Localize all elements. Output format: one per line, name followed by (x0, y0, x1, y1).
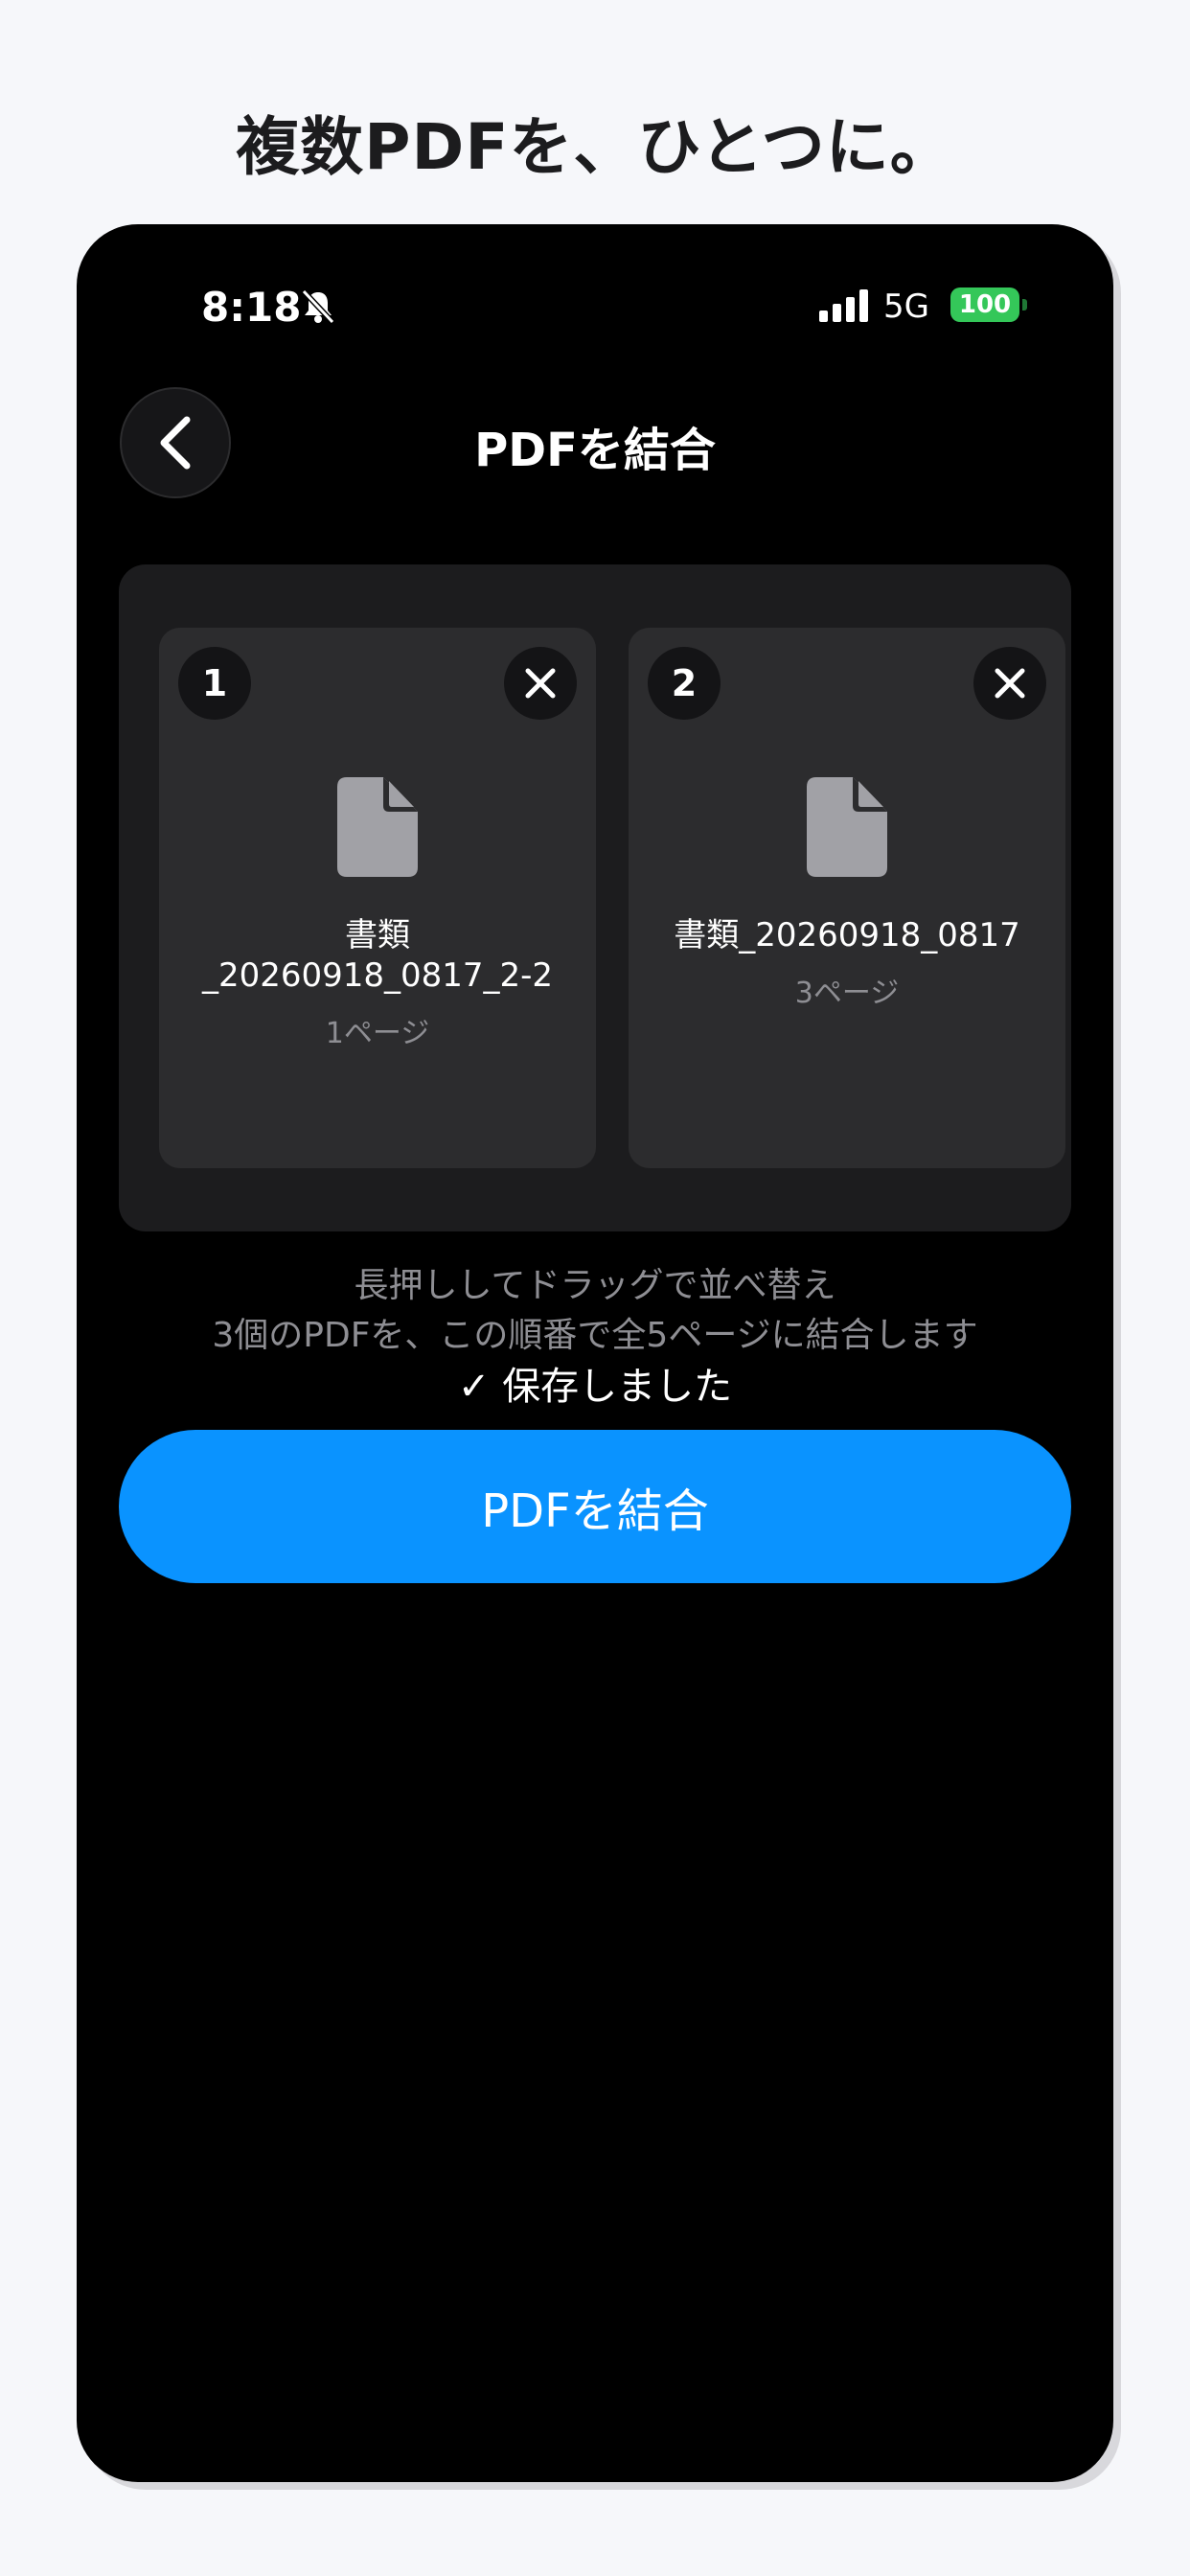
nav-title: PDFを結合 (474, 424, 716, 477)
document-icon (807, 777, 887, 877)
remove-file-button[interactable] (504, 647, 577, 720)
cellular-signal-icon (819, 289, 868, 322)
file-name: 書類 _20260918_0817_2-2 (169, 915, 586, 996)
remove-file-button[interactable] (973, 647, 1046, 720)
file-name-line: _20260918_0817_2-2 (201, 956, 554, 995)
file-name: 書類_20260918_0817 (638, 915, 1056, 955)
saved-message: ✓ 保存しました (457, 1365, 733, 1409)
network-type: 5G (883, 288, 929, 326)
close-icon (995, 668, 1025, 699)
page-count: 1ページ (325, 1017, 430, 1050)
document-icon (337, 777, 418, 877)
file-name-line: 書類 (345, 916, 410, 954)
close-icon (525, 668, 556, 699)
file-card[interactable]: 2 書類_20260918_0817 3ページ (629, 628, 1065, 1168)
reorder-hint: 長押ししてドラッグで並べ替え (354, 1266, 836, 1305)
page-count: 3ページ (794, 977, 900, 1010)
headline: 複数PDFを、ひとつに。 (236, 110, 954, 184)
merge-summary: 3個のPDFを、この順番で全5ページに結合します (212, 1316, 978, 1355)
file-name-line: 書類_20260918_0817 (674, 916, 1020, 954)
battery-cap (1022, 299, 1027, 310)
order-badge: 1 (178, 647, 251, 720)
order-badge: 2 (648, 647, 721, 720)
bell-slash-icon (301, 288, 335, 325)
battery-indicator: 100 (950, 288, 1019, 322)
status-time: 8:18 (201, 284, 302, 331)
file-list-panel[interactable]: 1 書類 _20260918_0817_2-2 1ページ 2 書類_202609… (119, 564, 1071, 1231)
phone-screen: 8:18 5G 100 PDFを結合 1 書類 _20260918_0817_2… (77, 224, 1113, 2482)
merge-pdf-button[interactable]: PDFを結合 (119, 1430, 1071, 1583)
file-card[interactable]: 1 書類 _20260918_0817_2-2 1ページ (159, 628, 596, 1168)
